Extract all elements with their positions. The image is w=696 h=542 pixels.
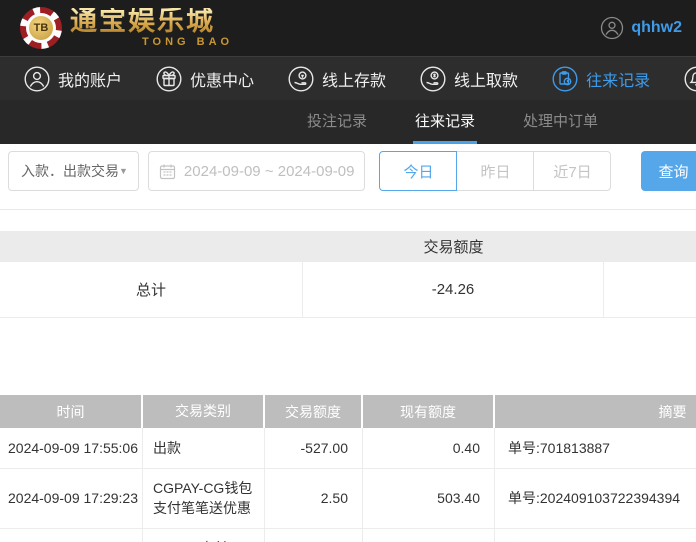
nav-label: 线上取款: [454, 72, 519, 90]
nav-item-promotions[interactable]: 优惠中心: [156, 65, 255, 92]
yesterday-button[interactable]: 昨日: [456, 151, 535, 191]
summary-header-row: 交易额度: [0, 231, 696, 262]
summary-total-row: 总计 -24.26: [0, 262, 696, 318]
divider: [0, 209, 696, 210]
logo[interactable]: TB 通宝娱乐城 TONG BAO: [20, 7, 233, 49]
cell-time: 2024-09-09 17:29:23: [0, 528, 143, 542]
top-header: TB 通宝娱乐城 TONG BAO qhhw2: [0, 0, 696, 56]
gift-icon: [156, 65, 182, 92]
select-value: 入款．出款交易: [21, 163, 119, 179]
cell-summary: 单号:202409103722394394: [508, 490, 681, 507]
record-tabs: 投注记录 往来记录 处理中订单: [0, 100, 696, 144]
nav-item-deposit[interactable]: 线上存款: [288, 65, 387, 92]
transactions-table: 时间 交易类别 交易额度 现有额度 摘要 2024-09-09 17:55:06…: [0, 395, 696, 542]
user-icon: [24, 65, 50, 92]
date-range-input[interactable]: 2024-09-09 ~ 2024-09-09: [147, 151, 366, 191]
filter-bar: 入款．出款交易 ▼ 2024-09-09 ~ 2024-09-09 今日 昨日 …: [8, 151, 696, 191]
deposit-icon: [288, 65, 314, 92]
calendar-icon: [159, 163, 176, 180]
nav-label: 我的账户: [58, 72, 123, 90]
tab-processing-orders[interactable]: 处理中订单: [521, 100, 600, 144]
summary-amount-header: 交易额度: [423, 239, 484, 256]
today-button[interactable]: 今日: [379, 151, 458, 191]
avatar-icon: [600, 16, 624, 40]
cell-summary: 单号:202409103722394394: [495, 529, 696, 542]
col-header-time: 时间: [0, 395, 143, 428]
cell-time: 2024-09-09 17:29:23: [0, 469, 143, 528]
cell-type: CGPAY支付: [143, 528, 265, 542]
account-area[interactable]: qhhw2: [600, 16, 682, 40]
nav-label: 往来记录: [586, 72, 651, 90]
cell-amount: 500.00: [265, 528, 363, 542]
col-header-amount: 交易额度: [265, 395, 363, 428]
records-icon: [552, 65, 578, 92]
table-row: 2024-09-09 17:29:23 CGPAY-CG钱包支付笔笔送优惠 2.…: [0, 469, 696, 529]
summary-total-value: -24.26: [303, 262, 604, 317]
chevron-down-icon: ▼: [119, 166, 128, 176]
tab-transaction-records[interactable]: 往来记录: [412, 100, 477, 144]
col-header-balance: 现有额度: [363, 395, 495, 428]
chip-badge: TB: [29, 16, 53, 40]
nav-label: 线上存款: [322, 72, 387, 90]
username[interactable]: qhhw2: [631, 19, 682, 37]
summary-total-label: 总计: [0, 262, 303, 317]
tab-betting-records[interactable]: 投注记录: [305, 100, 369, 144]
nav-item-messages[interactable]: 信息: [684, 66, 696, 92]
table-row: 2024-09-09 17:55:06 出款 -527.00 0.40 单号:7…: [0, 428, 696, 469]
transactions-header-row: 时间 交易类别 交易额度 现有额度 摘要: [0, 395, 696, 428]
cell-time: 2024-09-09 17:55:06: [0, 428, 143, 468]
nav-item-records[interactable]: 往来记录: [552, 65, 651, 92]
cell-amount: 2.50: [265, 469, 363, 528]
search-button[interactable]: 查询: [641, 151, 696, 191]
cell-balance: 0.40: [363, 428, 495, 468]
nav-item-withdraw[interactable]: 线上取款: [420, 65, 519, 92]
cell-summary: 单号:701813887: [508, 440, 610, 456]
date-range-value: 2024-09-09 ~ 2024-09-09: [183, 162, 355, 180]
transaction-type-select[interactable]: 入款．出款交易 ▼: [8, 151, 139, 191]
summary-table: 交易额度 总计 -24.26: [0, 231, 696, 318]
main-nav: 我的账户 优惠中心 线上存款 线上取款 往来记录: [0, 56, 696, 100]
quick-date-group: 今日 昨日 近7日: [379, 151, 612, 191]
col-header-type: 交易类别: [143, 395, 265, 428]
last7days-button[interactable]: 近7日: [533, 151, 612, 191]
col-header-summary: 摘要: [658, 403, 687, 420]
table-row: 2024-09-09 17:29:23 CGPAY支付 500.00 500.9…: [0, 528, 696, 542]
cell-amount: -527.00: [265, 428, 363, 468]
cell-balance: 500.90: [363, 528, 495, 542]
cell-type: 出款: [143, 428, 265, 468]
withdraw-icon: [420, 65, 446, 92]
casino-chip-icon: TB: [20, 7, 62, 49]
logo-subtitle: TONG BAO: [142, 36, 234, 48]
logo-title: 通宝娱乐城: [70, 8, 233, 35]
nav-label: 优惠中心: [190, 72, 255, 90]
bell-icon: [684, 66, 696, 92]
nav-item-my-account[interactable]: 我的账户: [24, 65, 123, 92]
cell-balance: 503.40: [363, 469, 495, 528]
cell-type: CGPAY-CG钱包支付笔笔送优惠: [143, 469, 265, 528]
